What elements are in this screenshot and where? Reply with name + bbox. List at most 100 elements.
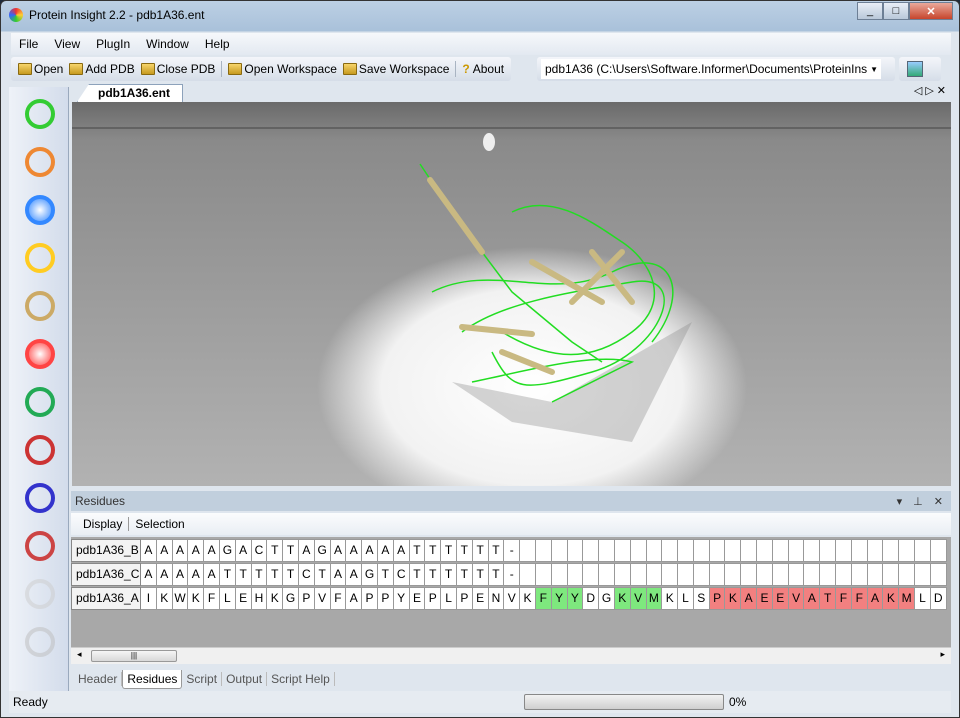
residue-cell[interactable]: [583, 539, 600, 562]
residue-cell[interactable]: [614, 539, 631, 562]
residue-cell[interactable]: [867, 539, 884, 562]
residue-cell[interactable]: [693, 539, 710, 562]
residue-cell[interactable]: V: [314, 587, 331, 610]
residue-cell[interactable]: [788, 563, 805, 586]
residue-cell[interactable]: [836, 563, 852, 586]
residue-cell[interactable]: T: [456, 539, 473, 562]
residue-cell[interactable]: [930, 563, 947, 586]
residue-cell[interactable]: A: [172, 539, 189, 562]
residue-cell[interactable]: A: [235, 539, 252, 562]
residue-cell[interactable]: Y: [567, 587, 584, 610]
residue-cell[interactable]: T: [488, 539, 505, 562]
menu-view[interactable]: View: [46, 37, 88, 51]
residue-cell[interactable]: A: [204, 563, 220, 586]
residue-cell[interactable]: A: [141, 563, 157, 586]
tab-residues[interactable]: Residues: [122, 669, 183, 689]
residue-cell[interactable]: D: [583, 587, 600, 610]
residue-cell[interactable]: L: [678, 587, 694, 610]
residue-cell[interactable]: [741, 563, 758, 586]
residue-cell[interactable]: V: [630, 587, 647, 610]
residue-cell[interactable]: [851, 539, 868, 562]
residue-cell[interactable]: K: [883, 587, 900, 610]
surface-icon[interactable]: [19, 333, 61, 375]
residue-cell[interactable]: [851, 563, 868, 586]
residue-cell[interactable]: [567, 563, 584, 586]
residue-cell[interactable]: [883, 563, 900, 586]
axes-icon[interactable]: [19, 477, 61, 519]
residue-cell[interactable]: [520, 563, 536, 586]
residue-cell[interactable]: [567, 539, 584, 562]
residue-cell[interactable]: N: [488, 587, 505, 610]
residue-cell[interactable]: D: [930, 587, 947, 610]
residue-cell[interactable]: F: [836, 587, 852, 610]
residue-cell[interactable]: K: [188, 587, 205, 610]
residue-cell[interactable]: A: [804, 587, 821, 610]
residue-cell[interactable]: A: [141, 539, 157, 562]
residue-cell[interactable]: K: [267, 587, 284, 610]
screenshot-button[interactable]: [907, 61, 923, 77]
residue-cell[interactable]: E: [235, 587, 252, 610]
residue-cell[interactable]: P: [709, 587, 726, 610]
wireframe-icon[interactable]: [19, 93, 61, 135]
structure-select[interactable]: pdb1A36 (C:\Users\Software.Informer\Docu…: [541, 59, 881, 79]
tab-pdb1a36[interactable]: pdb1A36.ent: [77, 84, 184, 102]
residue-cell[interactable]: [820, 563, 837, 586]
about-button[interactable]: ? About: [459, 62, 507, 76]
residue-cell[interactable]: [709, 539, 726, 562]
residue-cell[interactable]: A: [204, 539, 220, 562]
residue-cell[interactable]: [709, 563, 726, 586]
residue-cell[interactable]: S: [693, 587, 710, 610]
residue-cell[interactable]: E: [757, 587, 773, 610]
residue-cell[interactable]: T: [314, 563, 331, 586]
residue-cell[interactable]: A: [393, 539, 410, 562]
scroll-left-icon[interactable]: ◂: [77, 649, 82, 660]
minimize-button[interactable]: _: [857, 2, 883, 20]
residue-cell[interactable]: [899, 563, 916, 586]
residue-cell[interactable]: Y: [393, 587, 410, 610]
residue-cell[interactable]: M: [899, 587, 916, 610]
residue-cell[interactable]: [630, 563, 647, 586]
residue-cell[interactable]: Y: [551, 587, 568, 610]
tab-output[interactable]: Output: [222, 672, 268, 686]
cloud-icon[interactable]: [19, 573, 61, 615]
residue-cell[interactable]: [693, 563, 710, 586]
residue-cell[interactable]: T: [488, 563, 505, 586]
residue-cell[interactable]: T: [425, 539, 442, 562]
residue-cell[interactable]: K: [662, 587, 679, 610]
axes-color-icon[interactable]: [19, 381, 61, 423]
residue-cell[interactable]: G: [599, 587, 615, 610]
residue-cell[interactable]: A: [346, 539, 363, 562]
residue-cell[interactable]: A: [330, 539, 347, 562]
residue-cell[interactable]: V: [788, 587, 805, 610]
residue-cell[interactable]: T: [409, 563, 426, 586]
residue-cell[interactable]: [725, 563, 742, 586]
menu-plugin[interactable]: PlugIn: [88, 37, 138, 51]
menu-file[interactable]: File: [11, 37, 46, 51]
residue-cell[interactable]: -: [504, 563, 521, 586]
residue-cell[interactable]: [899, 539, 916, 562]
residue-cell[interactable]: G: [362, 563, 378, 586]
residue-cell[interactable]: [599, 563, 615, 586]
close-pdb-button[interactable]: Close PDB: [138, 62, 219, 76]
residue-cell[interactable]: K: [156, 587, 173, 610]
residue-cell[interactable]: P: [377, 587, 394, 610]
spacefill-icon[interactable]: [19, 189, 61, 231]
residue-cell[interactable]: [520, 539, 536, 562]
residue-cell[interactable]: T: [267, 539, 284, 562]
scroll-right-icon[interactable]: ▸: [940, 649, 945, 660]
open-workspace-button[interactable]: Open Workspace: [225, 62, 340, 76]
menu-window[interactable]: Window: [138, 37, 197, 51]
add-pdb-button[interactable]: Add PDB: [66, 62, 137, 76]
tab-script-help[interactable]: Script Help: [267, 672, 335, 686]
molecule-3d-view[interactable]: [72, 102, 951, 486]
residue-cell[interactable]: F: [535, 587, 552, 610]
tab-navigation[interactable]: ◁▷✕: [914, 84, 949, 97]
residue-cell[interactable]: T: [820, 587, 837, 610]
residue-cell[interactable]: M: [646, 587, 663, 610]
residue-cell[interactable]: P: [362, 587, 378, 610]
residue-cell[interactable]: P: [298, 587, 315, 610]
residue-cell[interactable]: H: [251, 587, 268, 610]
residue-cell[interactable]: A: [377, 539, 394, 562]
residue-cell[interactable]: [583, 563, 600, 586]
residue-cell[interactable]: K: [614, 587, 631, 610]
